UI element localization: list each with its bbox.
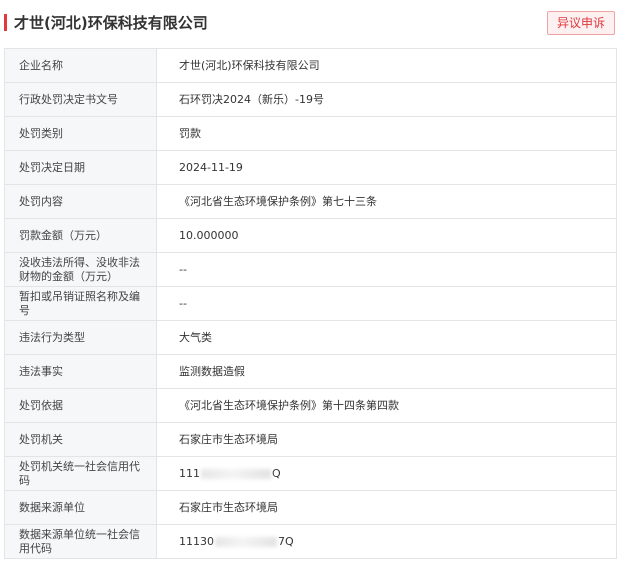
row-label: 处罚机关统一社会信用代码	[4, 456, 157, 491]
row-label: 处罚决定日期	[4, 150, 157, 185]
penalty-detail-table: 企业名称 才世(河北)环保科技有限公司 行政处罚决定书文号 石环罚决2024（新…	[4, 48, 617, 559]
masked-credit-code: 111 Q	[179, 467, 281, 481]
row-label: 暂扣或吊销证照名称及编号	[4, 286, 157, 321]
row-label: 处罚类别	[4, 116, 157, 151]
row-value: --	[156, 252, 617, 287]
table-row: 处罚机关统一社会信用代码 111 Q	[4, 456, 617, 491]
row-label: 处罚内容	[4, 184, 157, 219]
table-row: 处罚机关 石家庄市生态环境局	[4, 422, 617, 457]
row-label: 行政处罚决定书文号	[4, 82, 157, 117]
table-row: 处罚决定日期 2024-11-19	[4, 150, 617, 185]
row-value: 石环罚决2024（新乐）-19号	[156, 82, 617, 117]
row-label: 违法事实	[4, 354, 157, 389]
row-value: 《河北省生态环境保护条例》第十四条第四款	[156, 388, 617, 423]
table-row: 数据来源单位 石家庄市生态环境局	[4, 490, 617, 525]
row-label: 处罚机关	[4, 422, 157, 457]
row-value: 11130 7Q	[156, 524, 617, 559]
row-value: 《河北省生态环境保护条例》第七十三条	[156, 184, 617, 219]
table-row: 违法行为类型 大气类	[4, 320, 617, 355]
section-header: 才世(河北)环保科技有限公司 异议申诉	[0, 0, 640, 46]
table-row: 数据来源单位统一社会信用代码 11130 7Q	[4, 524, 617, 559]
row-value: 10.000000	[156, 218, 617, 253]
row-value: 大气类	[156, 320, 617, 355]
redaction-blur	[215, 536, 277, 547]
row-label: 处罚依据	[4, 388, 157, 423]
row-label: 没收违法所得、没收非法财物的金额（万元）	[4, 252, 157, 287]
title-accent-bar	[4, 14, 7, 31]
company-title: 才世(河北)环保科技有限公司	[14, 14, 208, 32]
table-row: 企业名称 才世(河北)环保科技有限公司	[4, 48, 617, 83]
row-label: 数据来源单位统一社会信用代码	[4, 524, 157, 559]
row-value: --	[156, 286, 617, 321]
row-label: 数据来源单位	[4, 490, 157, 525]
row-value: 石家庄市生态环境局	[156, 490, 617, 525]
credit-code-suffix: 7Q	[278, 534, 294, 548]
row-value: 2024-11-19	[156, 150, 617, 185]
row-value: 才世(河北)环保科技有限公司	[156, 48, 617, 83]
masked-credit-code: 11130 7Q	[179, 535, 294, 549]
table-row: 罚款金额（万元） 10.000000	[4, 218, 617, 253]
row-label: 企业名称	[4, 48, 157, 83]
table-row: 处罚内容 《河北省生态环境保护条例》第七十三条	[4, 184, 617, 219]
row-value: 监测数据造假	[156, 354, 617, 389]
table-row: 暂扣或吊销证照名称及编号 --	[4, 286, 617, 321]
table-row: 处罚依据 《河北省生态环境保护条例》第十四条第四款	[4, 388, 617, 423]
row-value: 罚款	[156, 116, 617, 151]
table-row: 行政处罚决定书文号 石环罚决2024（新乐）-19号	[4, 82, 617, 117]
row-label: 罚款金额（万元）	[4, 218, 157, 253]
row-value: 111 Q	[156, 456, 617, 491]
row-label: 违法行为类型	[4, 320, 157, 355]
credit-code-prefix: 11130	[179, 534, 214, 548]
table-row: 处罚类别 罚款	[4, 116, 617, 151]
credit-code-prefix: 111	[179, 466, 200, 480]
table-row: 违法事实 监测数据造假	[4, 354, 617, 389]
table-row: 没收违法所得、没收非法财物的金额（万元） --	[4, 252, 617, 287]
objection-appeal-button[interactable]: 异议申诉	[547, 11, 615, 35]
redaction-blur	[201, 468, 271, 479]
credit-code-suffix: Q	[272, 466, 281, 480]
row-value: 石家庄市生态环境局	[156, 422, 617, 457]
